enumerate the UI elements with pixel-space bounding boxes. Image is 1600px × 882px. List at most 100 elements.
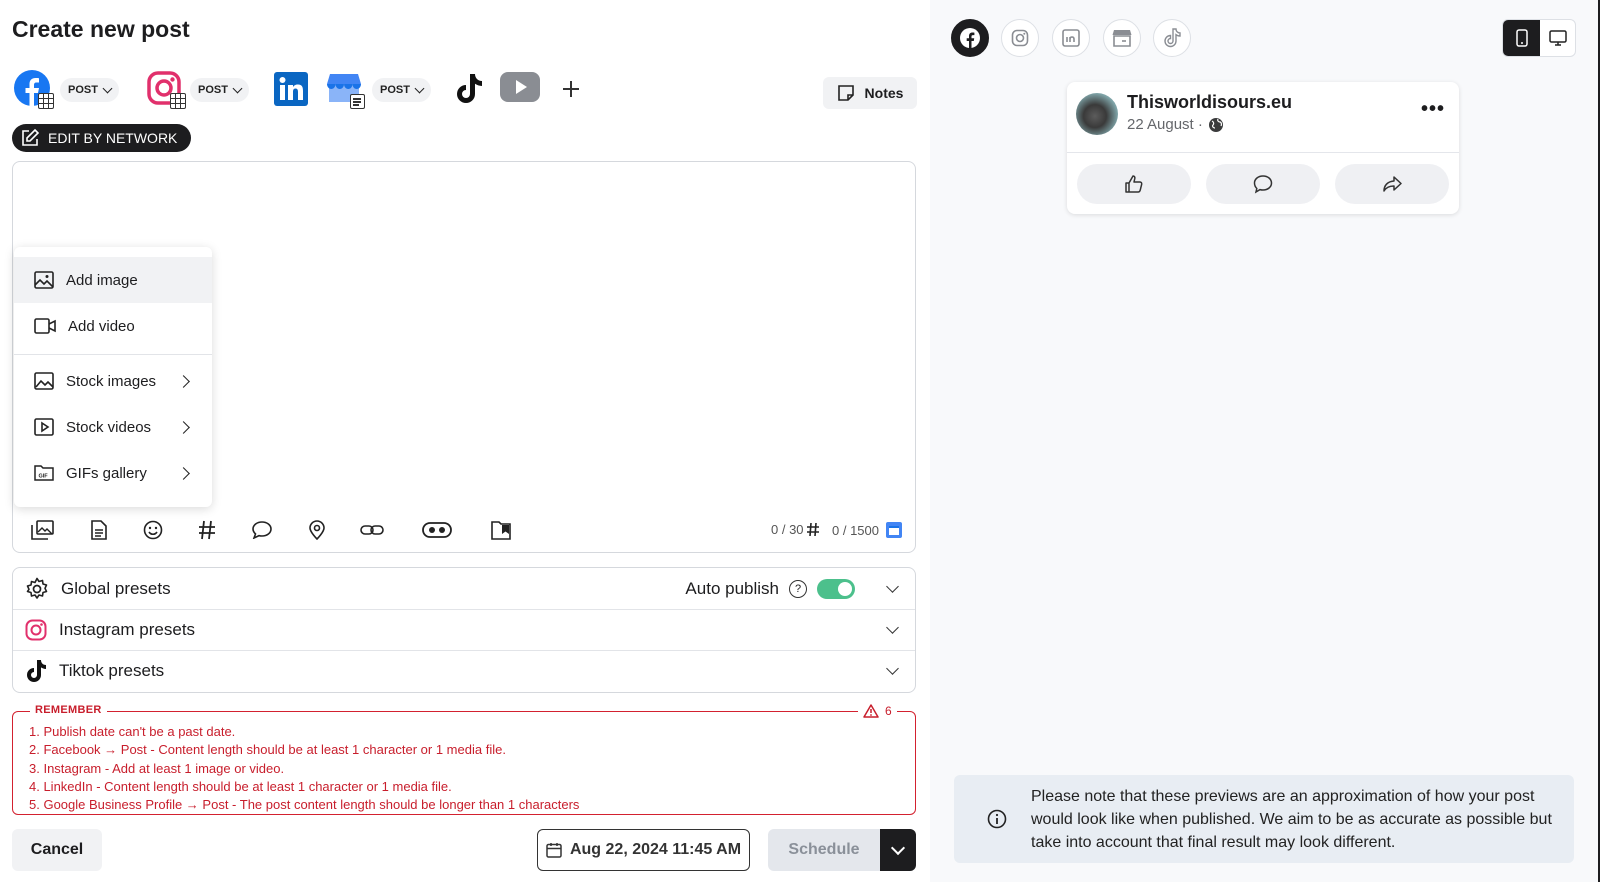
like-button[interactable] [1077,164,1191,204]
device-toggle [1502,19,1576,57]
google-business-network-toggle[interactable] [326,70,366,110]
instagram-presets-row[interactable]: Instagram presets [13,609,915,650]
remember-label: REMEMBER [30,704,107,716]
chevron-down-icon [886,621,899,634]
media-library-icon [31,520,54,540]
facebook-format-label: POST [68,84,98,96]
google-business-format-label: POST [380,84,410,96]
facebook-format-dropdown[interactable]: POST [60,78,119,102]
info-icon [987,809,1007,829]
menu-item-gifs-gallery[interactable]: GIF GIFs gallery [14,450,212,496]
video-icon [34,318,56,334]
ai-robot-icon [422,522,452,538]
hashtag-counter: 0 / 30 [771,522,820,537]
post-badge-icon [350,94,365,109]
comment-button[interactable] [250,519,274,541]
menu-item-stock-images[interactable]: Stock images [14,358,212,404]
gif-icon: GIF [34,465,54,481]
mobile-icon [1515,29,1528,47]
menu-item-label: Add video [68,317,135,335]
tiktok-presets-row[interactable]: Tiktok presets [13,650,915,691]
avatar [1076,93,1118,135]
hashtag-small-icon [807,522,820,537]
comment-icon [1253,175,1273,194]
drive-button[interactable] [489,519,513,541]
note-icon [837,85,854,101]
schedule-button[interactable]: Schedule [768,829,880,871]
warning-item: 5. Google Business Profile → Post - The … [29,797,580,813]
location-button[interactable] [305,519,329,541]
desktop-icon [1549,30,1567,46]
media-menu: Add image Add video Stock images Stock v… [14,247,212,507]
chevron-down-icon [102,83,113,93]
preview-tab-linkedin[interactable] [1052,19,1090,57]
google-business-icon [1112,30,1132,47]
emoji-button[interactable] [141,519,165,541]
menu-item-label: Add image [66,271,138,289]
mobile-view-button[interactable] [1503,20,1540,56]
menu-item-add-video[interactable]: Add video [14,303,212,349]
comment-button[interactable] [1206,164,1320,204]
tiktok-presets-label: Tiktok presets [59,661,165,680]
linkedin-icon [274,72,308,106]
edit-icon [22,128,40,146]
schedule-options-dropdown[interactable] [880,829,916,871]
add-network-button[interactable] [560,78,582,100]
hashtag-button[interactable] [195,519,219,541]
calendar-icon [546,843,562,858]
facebook-network-toggle[interactable] [14,70,54,110]
warning-item: 1. Publish date can't be a past date. [29,724,236,739]
instagram-icon [1011,29,1029,47]
cancel-button[interactable]: Cancel [12,829,102,871]
chevron-down-icon [414,83,425,93]
menu-item-label: Stock images [66,372,157,390]
instagram-network-toggle[interactable] [146,70,186,110]
post-editor-panel: Create new post POST POST POST Notes EDI… [0,0,930,882]
menu-item-label: GIFs gallery [66,464,147,482]
hashtag-count: 0 / 30 [771,522,804,537]
chevron-down-icon[interactable] [886,579,899,593]
share-icon [1383,176,1402,192]
desktop-view-button[interactable] [1540,20,1576,56]
edit-by-network-button[interactable]: EDIT BY NETWORK [12,124,192,152]
preview-tab-tiktok[interactable] [1153,19,1191,57]
auto-publish-toggle[interactable] [817,578,855,599]
instagram-format-dropdown[interactable]: POST [190,78,249,102]
comment-icon [252,521,272,539]
notes-label: Notes [864,85,904,101]
publish-date-value: Aug 22, 2024 11:45 AM [569,841,742,858]
publish-date-picker[interactable]: Aug 22, 2024 11:45 AM [537,829,750,871]
menu-item-add-image[interactable]: Add image [14,257,212,303]
linkedin-network-toggle[interactable] [274,72,310,108]
help-icon[interactable]: ? [789,579,807,598]
media-library-button[interactable] [30,519,54,541]
preview-tab-google-business[interactable] [1103,19,1141,57]
folder-media-icon [491,521,511,540]
document-button[interactable] [87,519,111,541]
chevron-down-icon [886,662,899,675]
post-date: 22 August · [1127,116,1224,133]
more-options-icon[interactable]: ••• [1421,98,1445,121]
chevron-down-icon [232,83,243,93]
preview-disclaimer: Please note that these previews are an a… [954,775,1574,863]
globe-icon [1208,117,1223,132]
ai-assistant-button[interactable] [421,519,453,541]
preview-tab-instagram[interactable] [1001,19,1039,57]
warning-item: 4. LinkedIn - Content length should be a… [29,778,452,794]
facebook-icon [960,28,980,48]
preview-tab-facebook[interactable] [951,19,989,57]
link-button[interactable] [360,519,384,541]
youtube-network-toggle[interactable] [500,72,542,106]
tiktok-network-toggle[interactable] [454,72,488,108]
thumbs-up-icon [1125,175,1143,193]
google-business-format-dropdown[interactable]: POST [372,78,431,102]
global-presets-row[interactable]: Global presets Auto publish ? [13,568,915,609]
notes-button[interactable]: Notes [823,77,917,109]
share-button[interactable] [1335,164,1449,204]
instagram-presets-label: Instagram presets [59,620,196,639]
card-divider [1067,152,1459,153]
presets-panel: Global presets Auto publish ? Instagram … [12,567,916,693]
tiktok-icon [1164,28,1181,48]
global-presets-label: Global presets [61,578,171,598]
menu-item-stock-videos[interactable]: Stock videos [14,404,212,450]
